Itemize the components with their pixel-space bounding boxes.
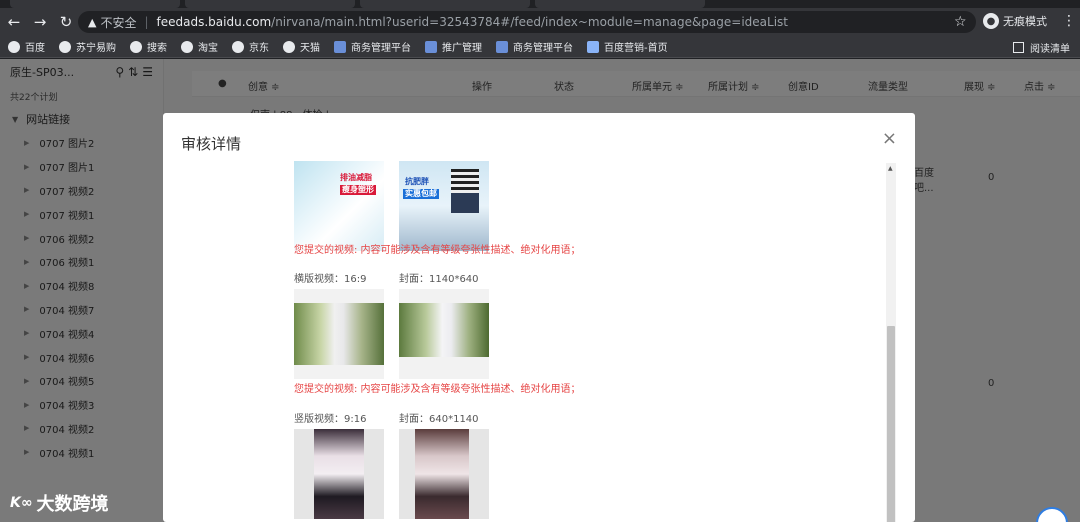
globe-icon	[232, 40, 244, 53]
creative-thumbnail[interactable]: 排油减脂 瘦身塑形	[294, 161, 384, 251]
bookmark-item[interactable]: 搜索	[130, 39, 167, 54]
video-thumbnail[interactable]	[294, 429, 384, 519]
puzzle-icon	[425, 40, 437, 53]
browser-tab[interactable]	[10, 0, 180, 8]
review-warning: 您提交的视频: 内容可能涉及含有等级夸张性描述、绝对化用语；	[294, 384, 581, 395]
video-cover-thumbnail[interactable]	[399, 289, 489, 379]
url-host: feedads.baidu.com	[156, 15, 272, 29]
warning-icon: ▲	[88, 15, 97, 29]
review-detail-dialog: 审核详情 × 排油减脂 瘦身塑形 抗肥胖 实惠包邮 您提交的视频: 内容可能涉及…	[163, 113, 915, 522]
puzzle-icon	[496, 40, 508, 53]
close-icon[interactable]: ×	[882, 128, 897, 149]
watermark-logo-icon: K∞	[10, 495, 33, 511]
browser-tab[interactable]	[535, 0, 705, 8]
globe-icon	[130, 40, 142, 53]
cover-size-label: 封面：1140*640	[399, 274, 479, 285]
globe-icon	[283, 40, 295, 53]
reading-list[interactable]: 阅读清单	[1013, 40, 1070, 55]
incognito-icon: ●	[983, 13, 999, 29]
bookmark-item[interactable]: 百度营销-首页	[587, 39, 668, 54]
video-format-label: 横版视频：16:9	[294, 274, 367, 285]
browser-tab[interactable]	[360, 0, 530, 8]
incognito-indicator[interactable]: ● 无痕模式	[983, 13, 1047, 29]
incognito-label: 无痕模式	[1003, 15, 1047, 28]
browser-toolbar: ← → ↻ ▲ 不安全 | feedads.baidu.com /nirvana…	[0, 8, 1080, 36]
cover-size-label: 封面：640*1140	[399, 414, 479, 425]
scroll-up-icon[interactable]: ▲	[888, 165, 893, 172]
creative-thumbnail[interactable]: 抗肥胖 实惠包邮	[399, 161, 489, 251]
insecure-label: 不安全	[100, 15, 137, 30]
browser-tab[interactable]	[185, 0, 355, 8]
reload-icon[interactable]: ↻	[54, 10, 78, 34]
bookmark-item[interactable]: 商务管理平台	[334, 39, 411, 54]
bookmark-item[interactable]: 推广管理	[425, 39, 482, 54]
scrollbar-thumb[interactable]	[887, 326, 895, 522]
bookmark-item[interactable]: 天猫	[283, 39, 320, 54]
dialog-title: 审核详情	[181, 135, 242, 153]
bookmark-star-icon[interactable]: ☆	[954, 14, 967, 30]
video-cover-thumbnail[interactable]	[399, 429, 489, 519]
tab-strip	[0, 0, 1080, 8]
bookmark-item[interactable]: 百度	[8, 39, 45, 54]
image-icon	[587, 40, 599, 53]
bookmark-item[interactable]: 商务管理平台	[496, 39, 573, 54]
bookmarks-bar: 百度 苏宁易购 搜索 淘宝 京东 天猫 商务管理平台 推广管理 商务管理平台 百…	[0, 36, 1080, 58]
globe-icon	[181, 40, 193, 53]
puzzle-icon	[334, 40, 346, 53]
dialog-body[interactable]: 排油减脂 瘦身塑形 抗肥胖 实惠包邮 您提交的视频: 内容可能涉及含有等级夸张性…	[163, 158, 915, 522]
address-bar[interactable]: ▲ 不安全 | feedads.baidu.com /nirvana/main.…	[78, 11, 976, 33]
url-path: /nirvana/main.html?userid=32543784#/feed…	[271, 15, 788, 29]
dialog-scrollbar[interactable]: ▲	[886, 163, 896, 522]
bookmark-item[interactable]: 淘宝	[181, 39, 218, 54]
globe-icon	[8, 40, 20, 53]
bookmark-item[interactable]: 京东	[232, 39, 269, 54]
globe-icon	[59, 40, 71, 53]
back-icon[interactable]: ←	[2, 10, 26, 34]
video-format-label: 竖版视频：9:16	[294, 414, 367, 425]
reading-list-icon	[1013, 42, 1024, 53]
bookmark-item[interactable]: 苏宁易购	[59, 39, 116, 54]
video-thumbnail[interactable]	[294, 289, 384, 379]
forward-icon[interactable]: →	[28, 10, 52, 34]
menu-icon[interactable]: ⋮	[1062, 13, 1076, 29]
watermark: K∞ 大数跨境	[10, 494, 109, 515]
review-warning: 您提交的视频: 内容可能涉及含有等级夸张性描述、绝对化用语；	[294, 245, 581, 256]
